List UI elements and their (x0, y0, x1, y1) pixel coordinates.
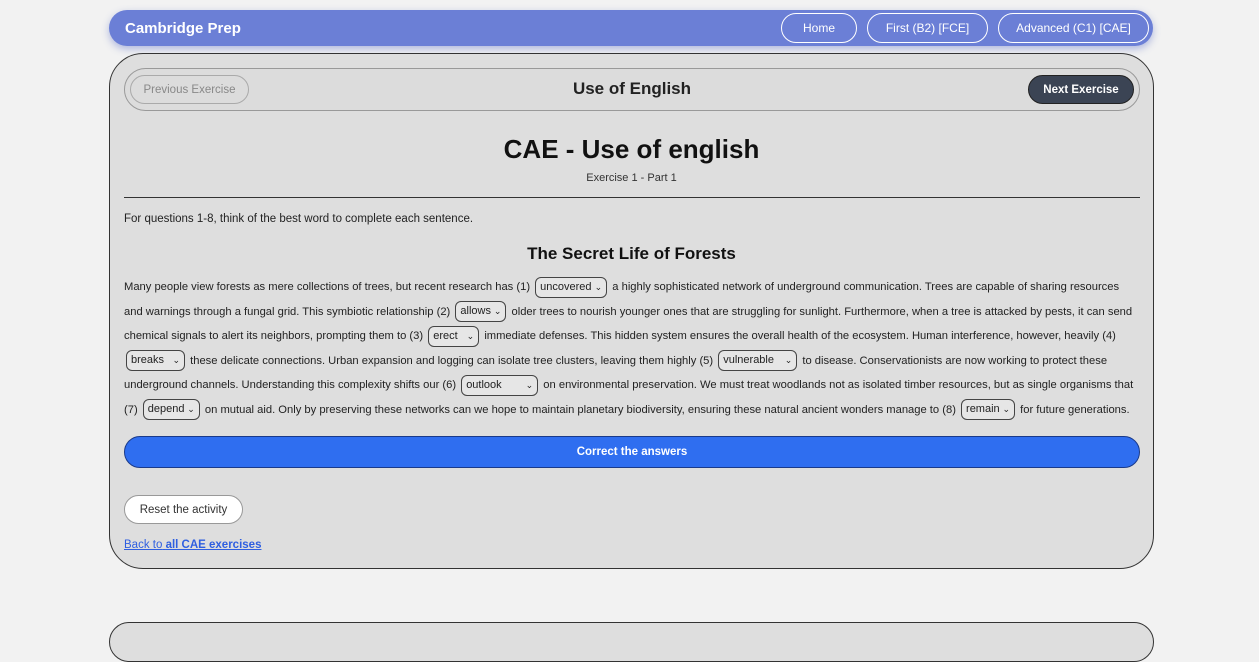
brand-logo-text[interactable]: Cambridge Prep (125, 20, 241, 37)
chevron-down-icon: ⌄ (784, 355, 793, 366)
chevron-down-icon: ⌄ (466, 330, 475, 341)
back-to-exercises-link[interactable]: Back to all CAE exercises (124, 539, 261, 551)
passage-segment: these delicate connections. Urban expans… (190, 354, 714, 367)
passage-segment: immediate defenses. This hidden system e… (484, 330, 1116, 342)
page-subtitle: Exercise 1 - Part 1 (586, 172, 677, 184)
gap-select-7[interactable]: depend ⌄ (142, 399, 200, 421)
passage-segment: for future generations. (1020, 403, 1130, 416)
gap-value: depend (147, 403, 185, 416)
exercise-card: Previous Exercise Use of English Next Ex… (109, 53, 1154, 569)
passage-segment: Many people view forests as mere collect… (124, 281, 531, 293)
gap-select-6[interactable]: outlook ⌄ (461, 374, 539, 396)
correct-answers-button[interactable]: Correct the answers (124, 436, 1140, 468)
chevron-down-icon: ⌄ (493, 306, 502, 317)
next-exercise-button[interactable]: Next Exercise (1028, 75, 1134, 104)
gap-value: uncovered (540, 280, 592, 293)
instructions-text: For questions 1-8, think of the best wor… (124, 213, 474, 225)
section-title: Use of English (572, 79, 692, 98)
passage-text: Many people view forests as mere collect… (124, 275, 1140, 422)
nav-advanced-c1-button[interactable]: Advanced (C1) [CAE] (998, 13, 1149, 43)
page-title: CAE - Use of english (503, 134, 760, 164)
chevron-down-icon: ⌄ (187, 404, 195, 415)
exercise-header-bar: Previous Exercise Use of English Next Ex… (124, 68, 1140, 111)
gap-value: breaks (131, 354, 165, 367)
gap-select-4[interactable]: breaks ⌄ (126, 350, 185, 372)
passage-title: The Secret Life of Forests (527, 244, 736, 263)
gap-value: remain (966, 403, 1000, 416)
back-link-prefix: Back to (124, 539, 163, 551)
chevron-down-icon: ⌄ (172, 355, 180, 366)
gap-value: vulnerable (723, 354, 774, 367)
passage-segment: on mutual aid. Only by preserving these … (204, 403, 956, 416)
gap-value: allows (460, 305, 491, 318)
gap-select-5[interactable]: vulnerable ⌄ (718, 350, 798, 372)
chevron-down-icon: ⌄ (525, 379, 534, 390)
gap-value: outlook (466, 378, 502, 391)
gap-select-1[interactable]: uncovered ⌄ (535, 276, 608, 298)
gap-value: erect (433, 329, 458, 342)
chevron-down-icon: ⌄ (1002, 404, 1011, 415)
gap-select-2[interactable]: allows ⌄ (455, 301, 507, 323)
next-card-partial (109, 622, 1154, 662)
back-link-target: all CAE exercises (165, 539, 262, 551)
chevron-down-icon: ⌄ (594, 281, 603, 292)
divider (124, 197, 1140, 198)
gap-select-8[interactable]: remain ⌄ (961, 399, 1016, 421)
nav-links: Home First (B2) [FCE] Advanced (C1) [CAE… (781, 13, 1149, 43)
nav-home-button[interactable]: Home (781, 13, 857, 43)
reset-activity-button[interactable]: Reset the activity (124, 495, 243, 524)
gap-select-3[interactable]: erect ⌄ (428, 325, 480, 347)
top-navbar: Cambridge Prep Home First (B2) [FCE] Adv… (109, 10, 1153, 46)
nav-first-b2-button[interactable]: First (B2) [FCE] (867, 13, 988, 43)
